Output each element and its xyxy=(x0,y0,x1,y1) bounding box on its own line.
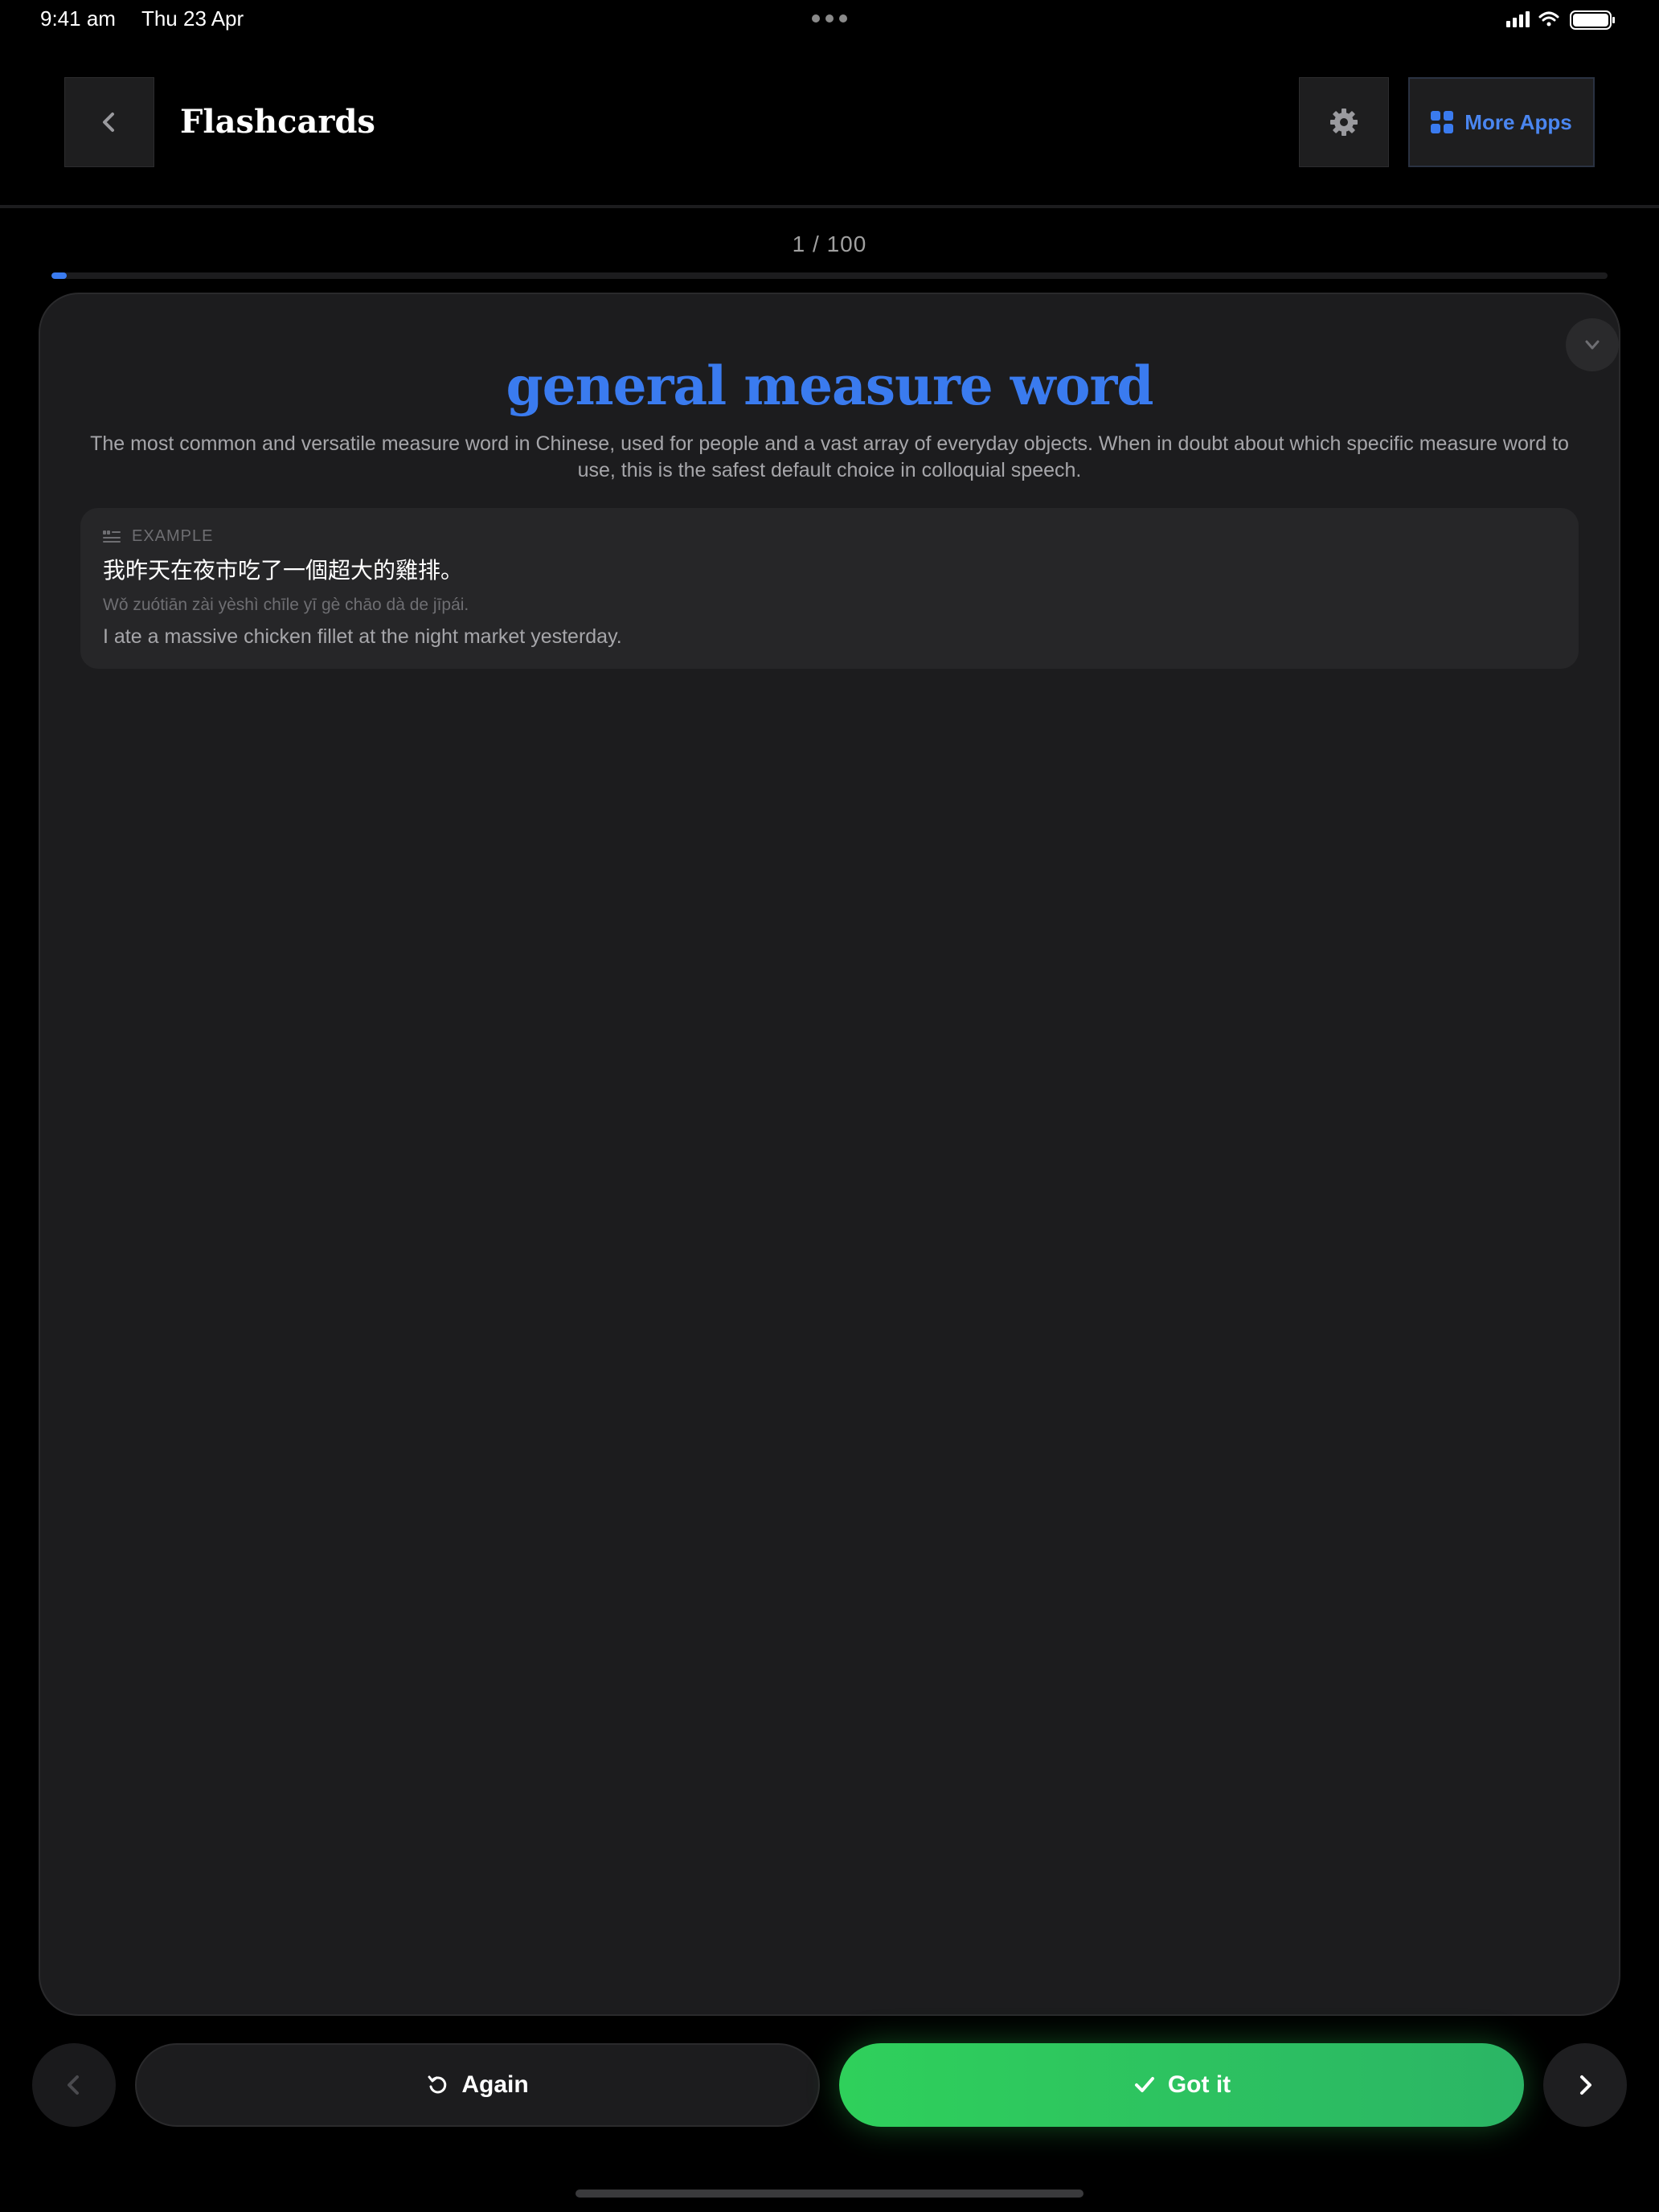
example-pinyin: Wǒ zuótiān zài yèshì chīle yī gè chāo dà… xyxy=(103,596,469,614)
back-button[interactable] xyxy=(64,77,154,167)
rotate-ccw-icon xyxy=(428,2075,447,2094)
example-english: I ate a massive chicken fillet at the ni… xyxy=(103,625,622,648)
chevron-right-icon xyxy=(1580,2075,1591,2095)
status-clock: 9:41 am xyxy=(40,6,116,31)
progress-fill xyxy=(51,272,68,279)
chevron-left-icon xyxy=(68,2075,79,2095)
card-term: general measure word xyxy=(506,354,1154,417)
progress-bar xyxy=(51,272,1608,279)
page-title: Flashcards xyxy=(180,103,375,141)
card-definition: The most common and versatile measure wo… xyxy=(90,432,1569,481)
previous-card-button[interactable] xyxy=(32,2043,116,2127)
flashcards-screen: 9:41 am Thu 23 Apr Flashcards More Apps … xyxy=(0,0,1659,2212)
grid-icon xyxy=(1431,111,1454,133)
got-it-label: Got it xyxy=(1167,2071,1231,2098)
cellular-signal-icon xyxy=(1506,11,1530,27)
header-divider xyxy=(0,205,1659,208)
home-indicator[interactable] xyxy=(576,2189,1083,2198)
card-counter: 1 / 100 xyxy=(792,231,867,256)
example-label: EXAMPLE xyxy=(132,526,214,545)
more-apps-label: More Apps xyxy=(1464,109,1572,134)
got-it-button[interactable]: Got it xyxy=(839,2043,1524,2127)
again-button[interactable]: Again xyxy=(135,2043,820,2127)
example-box: EXAMPLE 我昨天在夜市吃了一個超大的雞排。 Wǒ zuótiān zài … xyxy=(80,508,1579,669)
multitasking-dots-icon[interactable] xyxy=(812,14,847,23)
settings-button[interactable] xyxy=(1299,77,1389,167)
example-chinese: 我昨天在夜市吃了一個超大的雞排。 xyxy=(103,557,464,584)
next-card-button[interactable] xyxy=(1543,2043,1627,2127)
status-indicators xyxy=(1506,8,1619,31)
example-header: EXAMPLE xyxy=(103,526,213,547)
status-time: 9:41 am Thu 23 Apr xyxy=(40,5,244,32)
wifi-icon xyxy=(1538,11,1559,27)
battery-icon xyxy=(1570,10,1615,30)
status-date: Thu 23 Apr xyxy=(141,6,244,31)
chevron-left-icon xyxy=(103,113,114,132)
quote-lines-icon xyxy=(103,530,121,543)
again-label: Again xyxy=(461,2071,529,2098)
more-apps-button[interactable]: More Apps xyxy=(1408,77,1595,167)
check-icon xyxy=(1134,2077,1154,2092)
gear-icon xyxy=(1330,109,1358,136)
